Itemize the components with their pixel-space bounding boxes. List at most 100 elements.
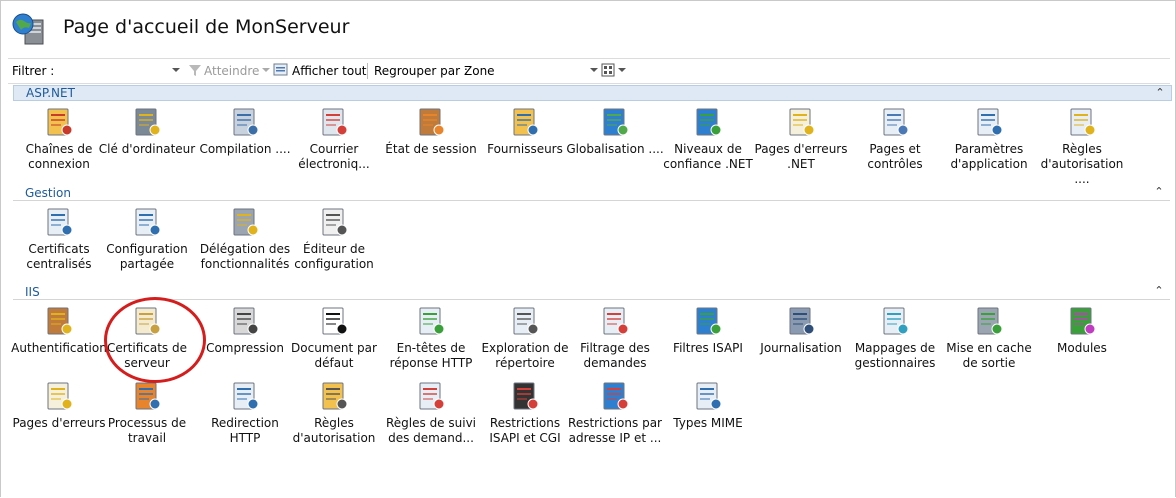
feature-label: Courrier électroniq... (298, 142, 370, 171)
section-header-iis[interactable]: IIS ⌃ (13, 284, 1170, 300)
feature-tile-authorization-rules[interactable]: Règles d'autorisation (290, 380, 378, 458)
directory-browsing-icon (509, 305, 541, 337)
feature-label: Filtrage des demandes (580, 341, 650, 370)
feature-label: Règles d'autorisation (292, 416, 376, 445)
feature-label: Types MIME (673, 416, 743, 430)
group-by-label: Regrouper par : (374, 64, 468, 78)
feature-tile-http-headers[interactable]: En-têtes de réponse HTTP (387, 305, 475, 383)
feature-tile-default-document[interactable]: Document par défaut (290, 305, 378, 383)
feature-tile-output-caching[interactable]: Mise en cache de sortie (945, 305, 1033, 383)
filter-label: Filtrer : (12, 64, 55, 78)
feature-tile-net-authorization[interactable]: Règles d'autorisation .... (1038, 106, 1126, 186)
feature-label: Document par défaut (291, 341, 377, 370)
feature-tile-central-certs[interactable]: Certificats centralisés (15, 206, 103, 284)
authentication-icon (43, 305, 75, 337)
feature-tile-compilation[interactable]: Compilation .... (199, 106, 291, 184)
http-headers-icon (415, 305, 447, 337)
page-header: Page d'accueil de MonServeur (0, 0, 1176, 57)
toolbar-separator (367, 63, 368, 79)
feature-tile-authentication[interactable]: Authentification (11, 305, 107, 383)
modules-icon (1066, 305, 1098, 337)
section-header-gestion[interactable]: Gestion ⌃ (13, 185, 1170, 201)
default-document-icon (318, 305, 350, 337)
feature-label: Filtres ISAPI (673, 341, 743, 355)
go-dropdown-icon[interactable] (262, 68, 270, 72)
view-dropdown-icon[interactable] (618, 68, 626, 72)
app-settings-icon (973, 106, 1005, 138)
logging-icon (785, 305, 817, 337)
feature-tile-config-editor[interactable]: Éditeur de configuration (290, 206, 378, 284)
config-editor-icon (318, 206, 350, 238)
collapse-chevron-icon[interactable]: ⌃ (1152, 284, 1166, 298)
feature-label: Certificats centralisés (26, 242, 92, 271)
feature-tile-connection-strings[interactable]: Chaînes de connexion (15, 106, 103, 184)
feature-label: Paramètres d'application (950, 142, 1028, 171)
feature-tile-mime-types[interactable]: Types MIME (664, 380, 752, 458)
feature-tile-smtp-email[interactable]: Courrier électroniq... (290, 106, 378, 184)
filter-toolbar: Filtrer : Atteindre Afficher tout Regrou… (8, 58, 1170, 84)
feature-label: Délégation des fonctionnalités (199, 242, 291, 271)
feature-label: Journalisation (760, 341, 842, 355)
feature-tile-isapi-cgi-restrictions[interactable]: Restrictions ISAPI et CGI (481, 380, 569, 458)
pages-controls-icon (879, 106, 911, 138)
collapse-chevron-icon[interactable]: ⌃ (1153, 86, 1167, 100)
feature-label: Authentification (11, 341, 107, 355)
server-certificates-icon (131, 305, 163, 337)
feature-tile-session-state[interactable]: État de session (385, 106, 477, 184)
feature-tile-ip-restrictions[interactable]: Restrictions par adresse IP et ... (568, 380, 662, 458)
feature-tile-app-settings[interactable]: Paramètres d'application (945, 106, 1033, 184)
feature-label: Globalisation .... (566, 142, 664, 156)
feature-tile-error-pages[interactable]: Pages d'erreurs (13, 380, 105, 458)
feature-label: Modules (1057, 341, 1107, 355)
net-authorization-icon (1066, 106, 1098, 138)
feature-label: Éditeur de configuration (294, 242, 374, 271)
feature-label: Règles d'autorisation .... (1040, 142, 1124, 186)
feature-tile-failed-request-tracing[interactable]: Règles de suivi des demand... (386, 380, 476, 458)
collapse-chevron-icon[interactable]: ⌃ (1152, 185, 1166, 199)
feature-tile-compression[interactable]: Compression (201, 305, 289, 383)
net-error-pages-icon (785, 106, 817, 138)
group-by-select[interactable]: Zone (464, 64, 594, 78)
feature-label: Mise en cache de sortie (946, 341, 1032, 370)
group-by-dropdown-icon[interactable] (590, 68, 598, 72)
feature-tile-request-filtering[interactable]: Filtrage des demandes (571, 305, 659, 383)
compression-icon (229, 305, 261, 337)
feature-tile-providers[interactable]: Fournisseurs (481, 106, 569, 184)
feature-tile-http-redirect[interactable]: Redirection HTTP (201, 380, 289, 458)
view-icon[interactable] (601, 63, 617, 77)
go-button[interactable]: Atteindre (204, 64, 259, 78)
filter-dropdown-icon[interactable] (172, 68, 180, 72)
feature-label: Chaînes de connexion (25, 142, 93, 171)
session-state-icon (415, 106, 447, 138)
feature-tile-isapi-filters[interactable]: Filtres ISAPI (664, 305, 752, 383)
section-header-aspnet[interactable]: ASP.NET ⌃ (13, 85, 1172, 101)
feature-tile-net-error-pages[interactable]: Pages d'erreurs .NET (755, 106, 847, 184)
feature-tile-machine-key[interactable]: Clé d'ordinateur (99, 106, 195, 184)
section-label: IIS (25, 285, 40, 299)
section-label: ASP.NET (26, 86, 75, 100)
feature-tile-handler-mappings[interactable]: Mappages de gestionnaires (851, 305, 939, 383)
worker-processes-icon (131, 380, 163, 412)
connection-strings-icon (43, 106, 75, 138)
feature-label: Certificats de serveur (106, 341, 187, 370)
show-all-button[interactable]: Afficher tout (292, 64, 367, 78)
providers-icon (509, 106, 541, 138)
feature-tile-logging[interactable]: Journalisation (757, 305, 845, 383)
feature-label: Restrictions par adresse IP et ... (568, 416, 662, 445)
feature-tile-globalization[interactable]: Globalisation .... (566, 106, 664, 184)
feature-tile-directory-browsing[interactable]: Exploration de répertoire (481, 305, 569, 383)
failed-request-tracing-icon (415, 380, 447, 412)
isapi-filters-icon (692, 305, 724, 337)
isapi-cgi-restrictions-icon (509, 380, 541, 412)
feature-tile-server-certificates[interactable]: Certificats de serveur (103, 305, 191, 383)
filter-input[interactable] (68, 62, 168, 78)
show-all-icon (273, 63, 288, 76)
feature-tile-modules[interactable]: Modules (1038, 305, 1126, 383)
smtp-email-icon (318, 106, 350, 138)
feature-tile-worker-processes[interactable]: Processus de travail (103, 380, 191, 458)
feature-tile-pages-controls[interactable]: Pages et contrôles (851, 106, 939, 184)
feature-tile-shared-config[interactable]: Configuration partagée (103, 206, 191, 284)
feature-tile-trust-levels[interactable]: Niveaux de confiance .NET (663, 106, 753, 184)
feature-label: En-têtes de réponse HTTP (389, 341, 473, 370)
feature-tile-feature-delegation[interactable]: Délégation des fonctionnalités (200, 206, 290, 284)
